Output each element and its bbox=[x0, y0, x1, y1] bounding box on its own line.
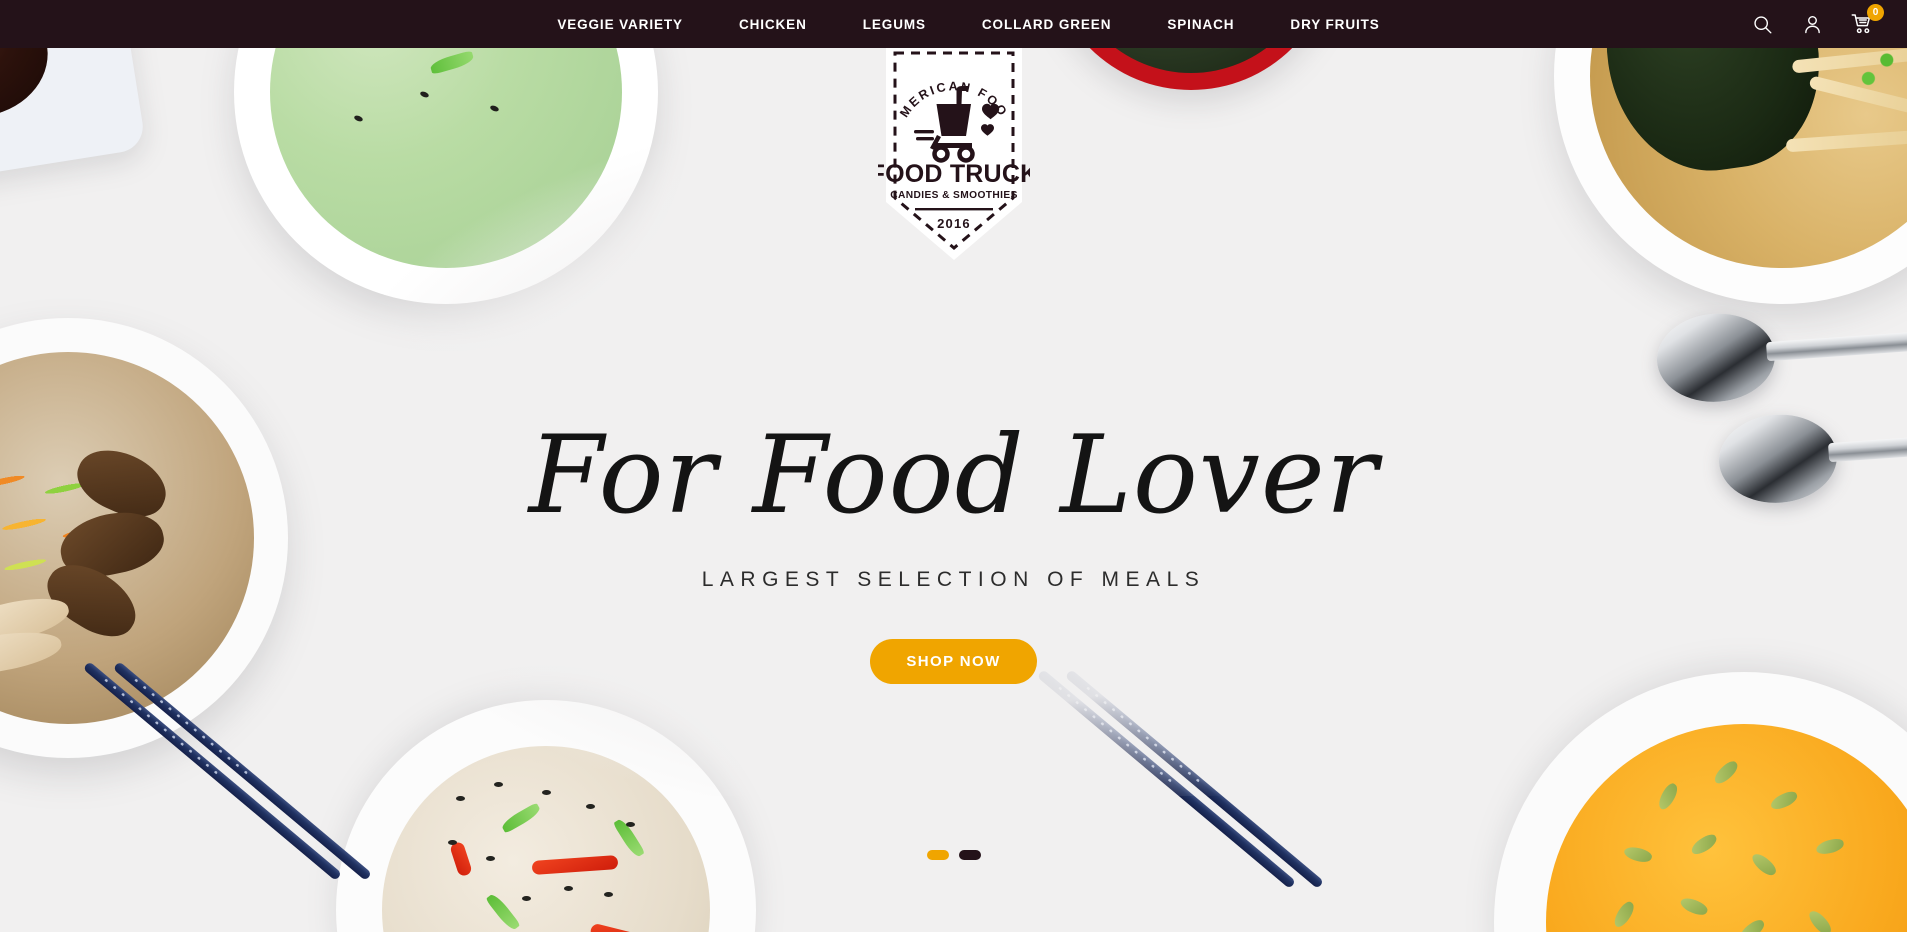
header-icon-group: 0 bbox=[1751, 0, 1884, 48]
carousel-pagination bbox=[926, 850, 981, 860]
sesame-seed bbox=[419, 90, 430, 99]
pumpkin-seed bbox=[1768, 789, 1800, 812]
chili-garnish bbox=[531, 855, 619, 875]
scallion-garnish bbox=[485, 891, 521, 932]
sesame-seed bbox=[494, 782, 503, 787]
cart-count-badge: 0 bbox=[1867, 4, 1884, 21]
sesame-seed bbox=[456, 796, 465, 801]
hero-stage: VEGGIE VARIETY CHICKEN LEGUMS COLLARD GR… bbox=[0, 0, 1907, 932]
chicken-slice bbox=[0, 624, 65, 684]
navy-chopstick bbox=[1064, 669, 1325, 889]
hero-content: For Food Lover LARGEST SELECTION OF MEAL… bbox=[404, 413, 1504, 685]
pumpkin-seed bbox=[1711, 758, 1741, 787]
cream-soup-chili-plate bbox=[336, 700, 756, 932]
navy-chopstick bbox=[112, 661, 373, 881]
site-header: VEGGIE VARIETY CHICKEN LEGUMS COLLARD GR… bbox=[0, 0, 1907, 48]
carousel-dot-1[interactable] bbox=[926, 850, 949, 860]
sesame-seed bbox=[604, 892, 613, 897]
pumpkin-seed bbox=[1622, 843, 1654, 866]
pumpkin-seed bbox=[1814, 837, 1846, 856]
chili-garnish bbox=[449, 840, 473, 878]
spoon-handle bbox=[1827, 420, 1907, 463]
logo-name-line2: CANDIES & SMOOTHIES bbox=[890, 190, 1018, 201]
pumpkin-seed bbox=[1736, 917, 1768, 932]
logo-year: 2016 bbox=[937, 216, 971, 231]
nav-item-chicken[interactable]: CHICKEN bbox=[711, 17, 835, 32]
pumpkin-seed bbox=[1688, 831, 1720, 858]
sesame-seed bbox=[353, 114, 364, 123]
hero-title: For Food Lover bbox=[528, 413, 1379, 538]
pumpkin-seed bbox=[1749, 850, 1779, 879]
nav-item-spinach[interactable]: SPINACH bbox=[1139, 17, 1262, 32]
sesame-seed bbox=[564, 886, 573, 891]
nav-item-veggie-variety[interactable]: VEGGIE VARIETY bbox=[529, 17, 711, 32]
sesame-seed bbox=[542, 790, 551, 795]
main-navigation: VEGGIE VARIETY CHICKEN LEGUMS COLLARD GR… bbox=[499, 17, 1407, 32]
chili-garnish bbox=[589, 922, 653, 932]
spoon-bowl bbox=[1716, 410, 1840, 507]
sesame-seed bbox=[448, 840, 457, 845]
pumpkin-soup-pepita-bowl bbox=[1494, 672, 1907, 932]
logo-name-line1: FOOD TRUCK bbox=[878, 160, 1030, 188]
shopping-cart-icon[interactable]: 0 bbox=[1851, 4, 1884, 35]
nav-item-collard-green[interactable]: COLLARD GREEN bbox=[954, 17, 1139, 32]
sesame-seed bbox=[626, 822, 635, 827]
pumpkin-seed bbox=[1806, 907, 1834, 932]
sesame-seed bbox=[489, 104, 500, 113]
sesame-seed bbox=[486, 856, 495, 861]
pumpkin-seed bbox=[1678, 894, 1710, 919]
pumpkin-seed bbox=[1655, 781, 1681, 812]
scallion-garnish bbox=[499, 802, 543, 834]
site-logo[interactable]: AMERICAN FOOD bbox=[869, 37, 1038, 263]
nav-item-legums[interactable]: LEGUMS bbox=[835, 17, 954, 32]
sesame-seed bbox=[522, 896, 531, 901]
udon-noodle bbox=[1785, 128, 1907, 153]
spoon-bowl bbox=[1654, 309, 1778, 406]
navy-chopstick bbox=[1036, 669, 1297, 889]
scallion-garnish bbox=[429, 50, 475, 75]
shop-now-button[interactable]: SHOP NOW bbox=[870, 639, 1037, 685]
search-icon[interactable] bbox=[1751, 13, 1773, 35]
sesame-seed bbox=[586, 804, 595, 809]
carousel-dot-2[interactable] bbox=[958, 850, 981, 860]
user-account-icon[interactable] bbox=[1801, 13, 1823, 35]
nav-item-dry-fruits[interactable]: DRY FRUITS bbox=[1262, 17, 1407, 32]
spoon-handle bbox=[1765, 319, 1907, 362]
hero-subtitle: LARGEST SELECTION OF MEALS bbox=[701, 568, 1206, 592]
pumpkin-seed bbox=[1610, 899, 1638, 930]
